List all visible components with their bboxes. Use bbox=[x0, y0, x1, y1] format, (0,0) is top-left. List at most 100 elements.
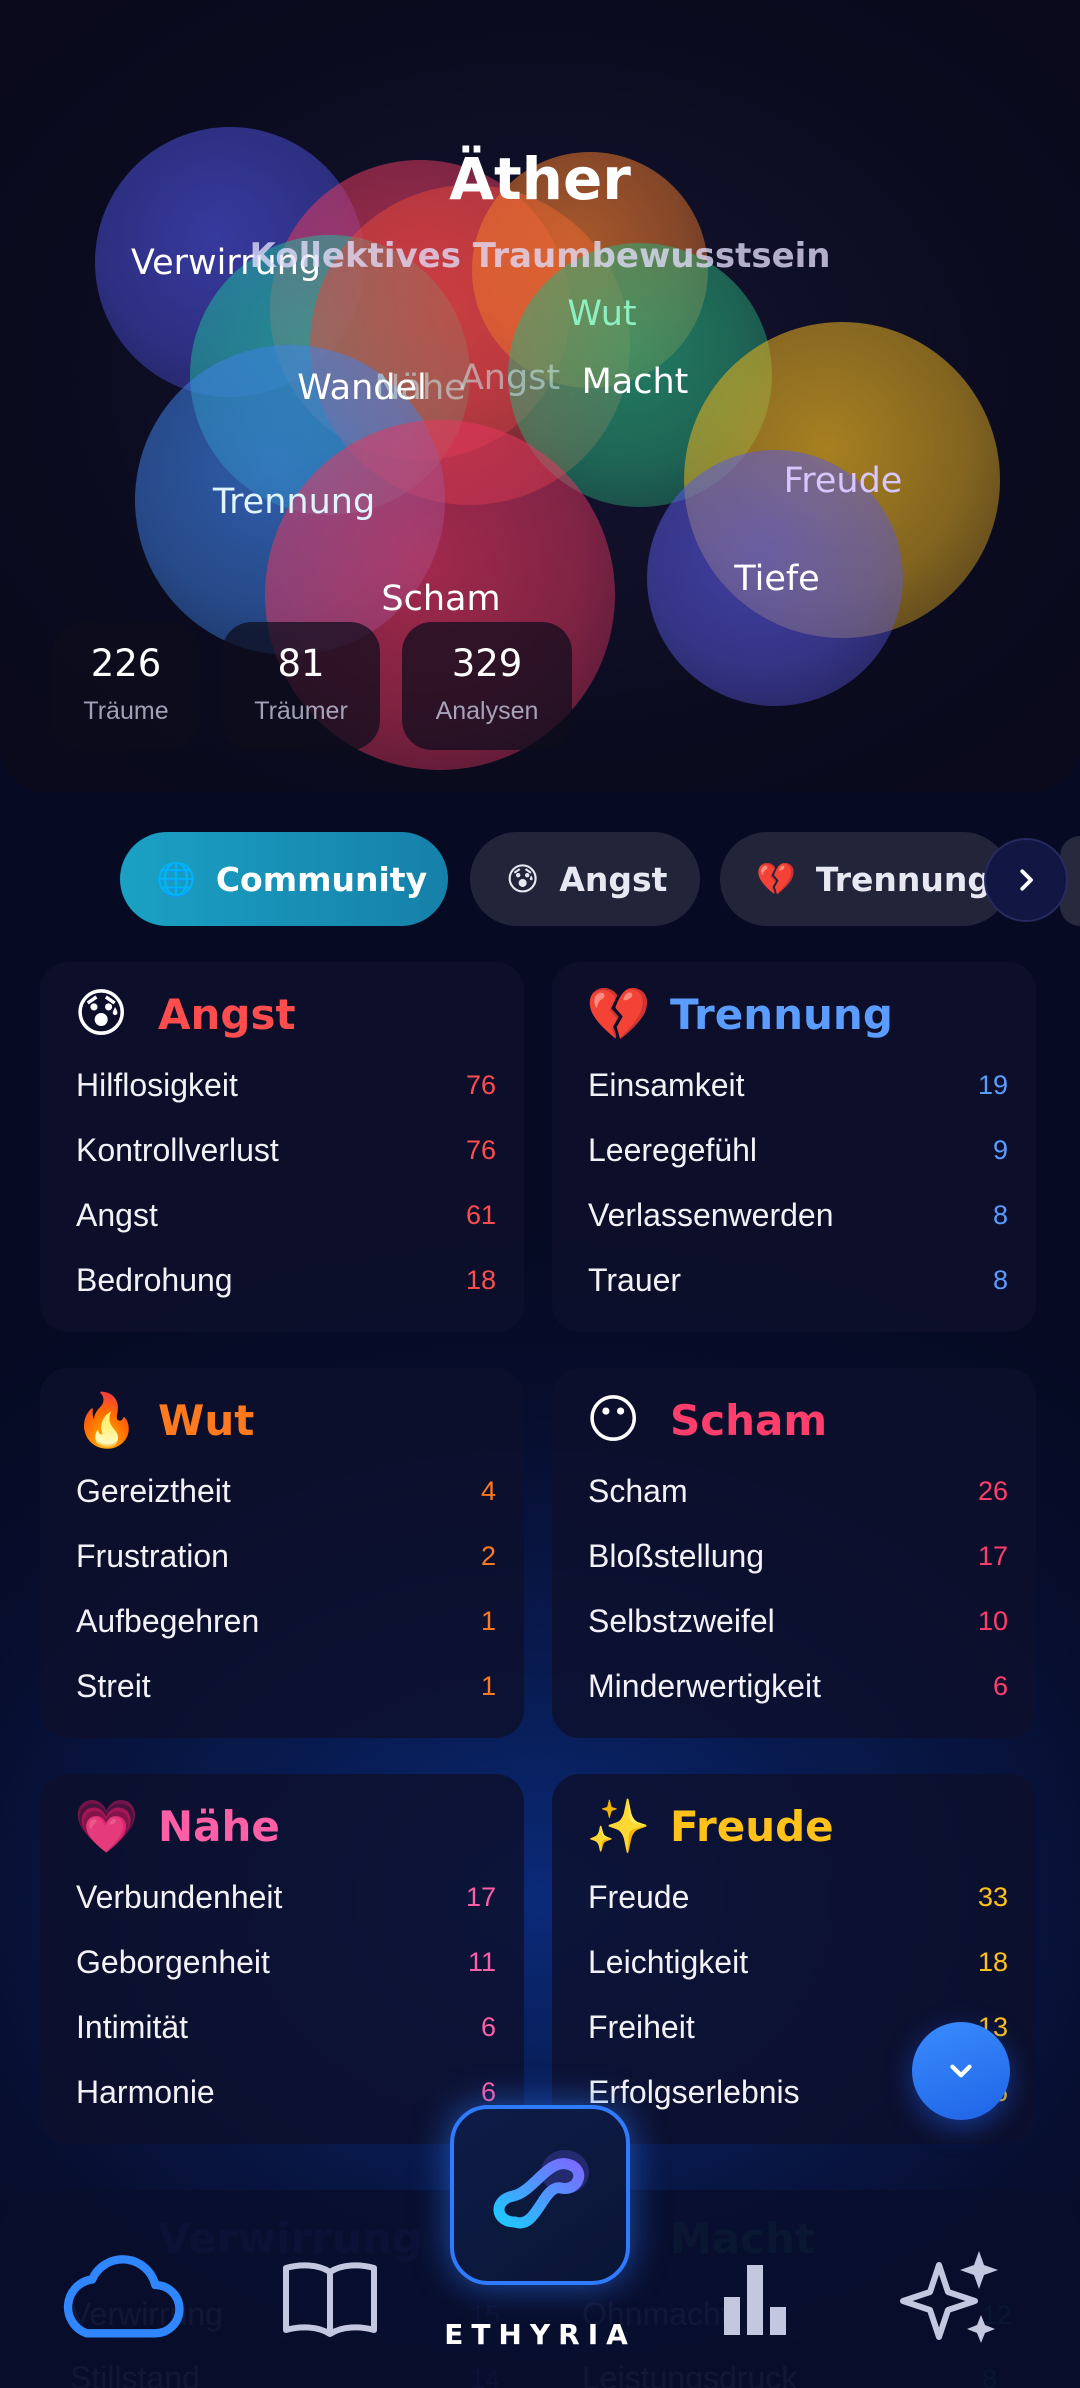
category-emoji-icon: 💔 bbox=[586, 986, 651, 1044]
term-count: 10 bbox=[977, 1605, 1008, 1636]
chip-label: Angst bbox=[559, 859, 668, 899]
term-row[interactable]: Minderwertigkeit 6 bbox=[588, 1661, 1008, 1711]
chips-scroll-right-button[interactable] bbox=[984, 838, 1068, 922]
card-header: ✨ Freude bbox=[586, 1796, 834, 1857]
bubble-label: Macht bbox=[581, 362, 689, 402]
term-count: 4 bbox=[480, 1475, 496, 1506]
term-row[interactable]: Leichtigkeit 18 bbox=[588, 1937, 1008, 1987]
term-count: 17 bbox=[465, 1881, 496, 1912]
term-row[interactable]: Bedrohung 18 bbox=[76, 1255, 496, 1305]
term-label: Minderwertigkeit bbox=[588, 1667, 821, 1704]
term-row[interactable]: Trauer 8 bbox=[588, 1255, 1008, 1305]
card-title: Nähe bbox=[158, 1802, 280, 1851]
term-count: 19 bbox=[977, 1069, 1008, 1100]
term-label: Trauer bbox=[588, 1261, 682, 1298]
term-row[interactable]: Selbstzweifel 10 bbox=[588, 1596, 1008, 1646]
term-row[interactable]: Kontrollverlust 76 bbox=[76, 1125, 496, 1175]
term-label: Bedrohung bbox=[76, 1261, 233, 1298]
globe-icon: 🌐 bbox=[156, 860, 196, 898]
term-label: Verbundenheit bbox=[76, 1878, 283, 1915]
term-label: Kontrollverlust bbox=[76, 1131, 279, 1168]
term-row[interactable]: Angst 61 bbox=[76, 1190, 496, 1240]
bubble-label: Wandel bbox=[297, 368, 427, 408]
term-row[interactable]: Leeregefühl 9 bbox=[588, 1125, 1008, 1175]
nav-home-button[interactable] bbox=[450, 2105, 630, 2285]
term-label: Leichtigkeit bbox=[588, 1943, 749, 1980]
category-card-scham[interactable]: 😶 Scham Scham 26 Bloßstellung 17 Selbstzweifel… bbox=[552, 1368, 1036, 1738]
category-card-angst[interactable]: 😰 Angst Hilflosigkeit 76 Kontrollverlust 76 An… bbox=[40, 962, 524, 1332]
term-row[interactable]: Frustration 2 bbox=[76, 1531, 496, 1581]
term-row[interactable]: Scham 26 bbox=[588, 1466, 1008, 1516]
term-label: Selbstzweifel bbox=[588, 1602, 775, 1639]
chip-label: Community bbox=[215, 859, 428, 899]
term-label: Aufbegehren bbox=[76, 1602, 260, 1639]
term-row[interactable]: Verbundenheit 17 bbox=[76, 1872, 496, 1922]
term-count: 8 bbox=[992, 1264, 1008, 1295]
category-emoji-icon: ✨ bbox=[586, 1798, 651, 1856]
term-count: 2 bbox=[480, 1540, 496, 1571]
stat-label: Analysen bbox=[435, 697, 539, 725]
page-title: Äther bbox=[449, 145, 631, 213]
nav-insights-button[interactable] bbox=[887, 2248, 1017, 2348]
term-row[interactable]: Hilflosigkeit 76 bbox=[76, 1060, 496, 1110]
infinity-icon bbox=[491, 2150, 589, 2240]
term-label: Einsamkeit bbox=[588, 1066, 745, 1103]
term-label: Streit bbox=[76, 1667, 151, 1704]
category-emoji-icon: 😰 bbox=[74, 985, 129, 1043]
term-count: 1 bbox=[480, 1605, 496, 1636]
term-label: Frustration bbox=[76, 1537, 229, 1574]
term-row[interactable]: Bloßstellung 17 bbox=[588, 1531, 1008, 1581]
sparkles-icon bbox=[900, 2251, 998, 2343]
stat-dreams: 226 Träume bbox=[52, 622, 200, 750]
category-card-trennung[interactable]: 💔 Trennung Einsamkeit 19 Leeregefühl 9 Verlass… bbox=[552, 962, 1036, 1332]
term-label: Freiheit bbox=[588, 2008, 695, 2045]
term-count: 17 bbox=[977, 1540, 1008, 1571]
chip-angst[interactable]: 😰 Angst bbox=[470, 832, 700, 926]
term-row[interactable]: Freude 33 bbox=[588, 1872, 1008, 1922]
anxious-face-icon: 😰 bbox=[506, 860, 540, 898]
chevron-right-icon bbox=[1020, 869, 1033, 891]
card-title: Angst bbox=[158, 989, 296, 1039]
term-count: 6 bbox=[480, 2076, 496, 2107]
chip-trennung[interactable]: 💔 Trennung bbox=[720, 832, 1010, 926]
term-count: 18 bbox=[465, 1264, 496, 1295]
term-count: 6 bbox=[992, 1670, 1008, 1701]
stat-dreamers: 81 Träumer bbox=[222, 622, 380, 750]
term-count: 18 bbox=[977, 1946, 1008, 1977]
category-emoji-icon: 🔥 bbox=[74, 1392, 139, 1450]
term-count: 9 bbox=[992, 1134, 1008, 1165]
stat-value: 226 bbox=[90, 642, 162, 685]
term-count: 61 bbox=[465, 1199, 496, 1230]
card-header: 😰 Angst bbox=[74, 984, 296, 1044]
term-label: Geborgenheit bbox=[76, 1943, 270, 1980]
term-label: Intimität bbox=[76, 2008, 189, 2045]
term-count: 8 bbox=[992, 1199, 1008, 1230]
term-row[interactable]: Aufbegehren 1 bbox=[76, 1596, 496, 1646]
card-header: 🔥 Wut bbox=[74, 1390, 254, 1451]
term-row[interactable]: Verlassenwerden 8 bbox=[588, 1190, 1008, 1240]
bubble-label: Scham bbox=[381, 579, 501, 619]
term-label: Harmonie bbox=[76, 2073, 215, 2110]
term-label: Freude bbox=[588, 1878, 690, 1915]
nav-stats-button[interactable] bbox=[690, 2248, 820, 2348]
term-label: Leeregefühl bbox=[588, 1131, 758, 1168]
term-row[interactable]: Harmonie 6 bbox=[76, 2067, 496, 2117]
term-label: Erfolgserlebnis bbox=[588, 2073, 800, 2110]
card-title: Trennung bbox=[670, 990, 893, 1039]
term-count: 1 bbox=[480, 1670, 496, 1701]
term-count: 6 bbox=[480, 2011, 496, 2042]
term-row[interactable]: Streit 1 bbox=[76, 1661, 496, 1711]
card-header: 💗 Nähe bbox=[74, 1796, 280, 1857]
category-card-nähe[interactable]: 💗 Nähe Verbundenheit 17 Geborgenheit 11 Intimi… bbox=[40, 1774, 524, 2144]
scroll-down-button[interactable] bbox=[912, 2022, 1010, 2120]
term-row[interactable]: Intimität 6 bbox=[76, 2002, 496, 2052]
stat-value: 329 bbox=[451, 642, 523, 685]
chip-community[interactable]: 🌐 Community bbox=[120, 832, 448, 926]
card-title: Scham bbox=[670, 1395, 828, 1445]
term-count: 76 bbox=[465, 1069, 496, 1100]
term-row[interactable]: Geborgenheit 11 bbox=[76, 1937, 496, 1987]
category-card-wut[interactable]: 🔥 Wut Gereiztheit 4 Frustration 2 Aufbegehren 1… bbox=[40, 1368, 524, 1738]
term-label: Hilflosigkeit bbox=[76, 1066, 238, 1103]
term-row[interactable]: Einsamkeit 19 bbox=[588, 1060, 1008, 1110]
term-row[interactable]: Gereiztheit 4 bbox=[76, 1466, 496, 1516]
